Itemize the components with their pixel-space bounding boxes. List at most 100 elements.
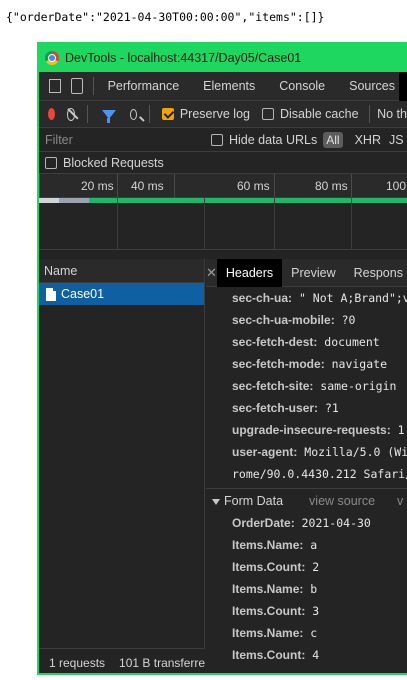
form-field-key: Items.Count: xyxy=(232,604,306,618)
timeline-tick-label: 80 ms xyxy=(315,179,348,193)
timeline-tick-label: 20 ms xyxy=(81,179,114,193)
tab-preview[interactable]: Preview xyxy=(282,259,344,287)
blocked-requests-row: Blocked Requests xyxy=(39,152,407,174)
form-data-title: Form Data xyxy=(224,494,284,508)
preserve-log-checkbox[interactable]: Preserve log xyxy=(161,107,250,121)
hide-data-urls-label: Hide data URLs xyxy=(229,132,318,147)
filter-funnel-icon[interactable] xyxy=(101,109,116,123)
disable-cache-checkbox[interactable]: Disable cache xyxy=(262,107,359,121)
header-value: ?1 xyxy=(318,401,339,415)
header-value: rome/90.0.4430.212 Safari/5 xyxy=(232,467,407,481)
tab-performance[interactable]: Performance xyxy=(104,72,192,101)
header-key: sec-fetch-site: xyxy=(232,379,314,393)
network-split-view: Name Case01 1 requests 101 B transferre … xyxy=(39,259,407,673)
form-field-key: Items.Name: xyxy=(232,582,304,596)
close-icon[interactable]: ✕ xyxy=(206,265,217,281)
column-header-name[interactable]: Name xyxy=(39,259,204,283)
timeline-ruler[interactable]: 20 ms 40 ms 60 ms 80 ms 100 xyxy=(39,174,407,198)
form-field-value: a xyxy=(303,538,318,552)
timeline-tick xyxy=(174,174,175,198)
view-url-encoded-link[interactable]: v xyxy=(397,494,403,508)
tab-console[interactable]: Console xyxy=(267,72,337,101)
timeline-tick xyxy=(39,174,40,198)
header-key: sec-fetch-dest: xyxy=(232,335,318,349)
tab-elements[interactable]: Elements xyxy=(191,72,267,101)
header-key: sec-ch-ua: xyxy=(232,291,293,305)
detail-tabs: ✕ Headers Preview Respons xyxy=(206,259,407,287)
header-key: upgrade-insecure-requests: xyxy=(232,423,391,437)
window-title: DevTools - localhost:44317/Day05/Case01 xyxy=(65,51,302,65)
tab-sources[interactable]: Sources xyxy=(337,72,407,101)
form-field-value: c xyxy=(303,626,318,640)
chrome-icon xyxy=(45,51,59,65)
timeline-tick-label: 40 ms xyxy=(131,179,164,193)
request-row[interactable]: Case01 xyxy=(39,283,204,305)
header-value-continuation: rome/90.0.4430.212 Safari/5 xyxy=(206,463,407,485)
header-value: Mozilla/5.0 (Win xyxy=(297,445,407,459)
form-field-key: Items.Name: xyxy=(232,626,304,640)
toolbar-divider xyxy=(149,105,150,123)
request-list-pane: Name Case01 1 requests 101 B transferre xyxy=(39,259,205,673)
type-filter-js[interactable]: JS xyxy=(389,133,404,147)
tab-response[interactable]: Respons xyxy=(345,259,407,287)
form-field-value: 2021-04-30 xyxy=(294,516,371,530)
request-name: Case01 xyxy=(61,287,105,301)
header-row: sec-fetch-mode: navigate xyxy=(206,353,407,375)
throttling-select[interactable]: No th xyxy=(377,107,407,121)
form-field-key: OrderDate: xyxy=(232,516,295,530)
checkbox-checked-icon xyxy=(161,108,174,120)
hide-data-urls-checkbox[interactable]: Hide data URLs xyxy=(211,133,317,147)
form-field-value: 3 xyxy=(305,604,320,618)
form-data-section-header[interactable]: Form Data view source v xyxy=(206,488,407,512)
toolbar-divider xyxy=(87,105,88,123)
type-filter-all[interactable]: All xyxy=(323,131,343,148)
header-row: sec-fetch-site: same-origin xyxy=(206,375,407,397)
header-key: sec-fetch-user: xyxy=(232,401,319,415)
form-field-row: Items.Count: 4 xyxy=(206,644,407,666)
header-value: navigate xyxy=(324,357,387,371)
form-field-value: b xyxy=(303,582,318,596)
clear-icon[interactable] xyxy=(67,107,76,121)
transferred-size: 101 B transferre xyxy=(119,656,205,670)
timeline-tick xyxy=(351,174,352,198)
form-field-key: Items.Count: xyxy=(232,648,306,662)
inspect-element-icon[interactable] xyxy=(49,79,62,93)
blocked-requests-label: Blocked Requests xyxy=(63,155,164,170)
header-value: " Not A;Brand";v= xyxy=(292,291,407,305)
type-filter-xhr[interactable]: XHR xyxy=(355,133,381,147)
form-field-row: Items.Count: 2 xyxy=(206,556,407,578)
record-icon[interactable] xyxy=(48,108,55,120)
toolbar-divider xyxy=(368,105,370,123)
header-key: sec-ch-ua-mobile: xyxy=(232,313,335,327)
timeline-gridline xyxy=(204,198,205,249)
form-field-row: Items.Name: b xyxy=(206,578,407,600)
checkbox-icon xyxy=(45,156,57,169)
form-field-key: Items.Name: xyxy=(232,538,304,552)
header-row: upgrade-insecure-requests: 1 xyxy=(206,419,407,441)
filter-input[interactable]: Filter xyxy=(39,128,211,152)
header-key: sec-fetch-mode: xyxy=(232,357,325,371)
form-field-row: Items.Name: c xyxy=(206,622,407,644)
form-field-value: 4 xyxy=(305,648,320,662)
tab-network-active-edge[interactable] xyxy=(399,72,407,101)
json-response-text: {"orderDate":"2021-04-30T00:00:00","item… xyxy=(6,10,325,24)
header-row: sec-fetch-user: ?1 xyxy=(206,397,407,419)
timeline-tick-label: 60 ms xyxy=(237,179,270,193)
search-icon[interactable] xyxy=(129,108,138,120)
form-field-row: OrderDate: 2021-04-30 xyxy=(206,512,407,534)
disable-cache-label: Disable cache xyxy=(280,107,359,121)
blocked-requests-checkbox[interactable]: Blocked Requests xyxy=(45,156,164,170)
header-value: document xyxy=(317,335,380,349)
view-source-link[interactable]: view source xyxy=(309,494,375,508)
tab-headers[interactable]: Headers xyxy=(216,259,283,287)
form-field-row: Items.Count: 3 xyxy=(206,600,407,622)
header-key: user-agent: xyxy=(232,445,298,459)
form-field-value: 2 xyxy=(305,560,320,574)
checkbox-icon xyxy=(211,133,223,146)
network-toolbar: Preserve log Disable cache No th xyxy=(39,101,407,128)
timeline-overview[interactable] xyxy=(39,198,407,250)
device-toolbar-icon[interactable] xyxy=(71,78,83,94)
request-headers-list: sec-ch-ua: " Not A;Brand";v= sec-ch-ua-m… xyxy=(206,287,407,485)
preserve-log-label: Preserve log xyxy=(179,107,250,121)
timeline-queue-bar xyxy=(39,198,59,203)
